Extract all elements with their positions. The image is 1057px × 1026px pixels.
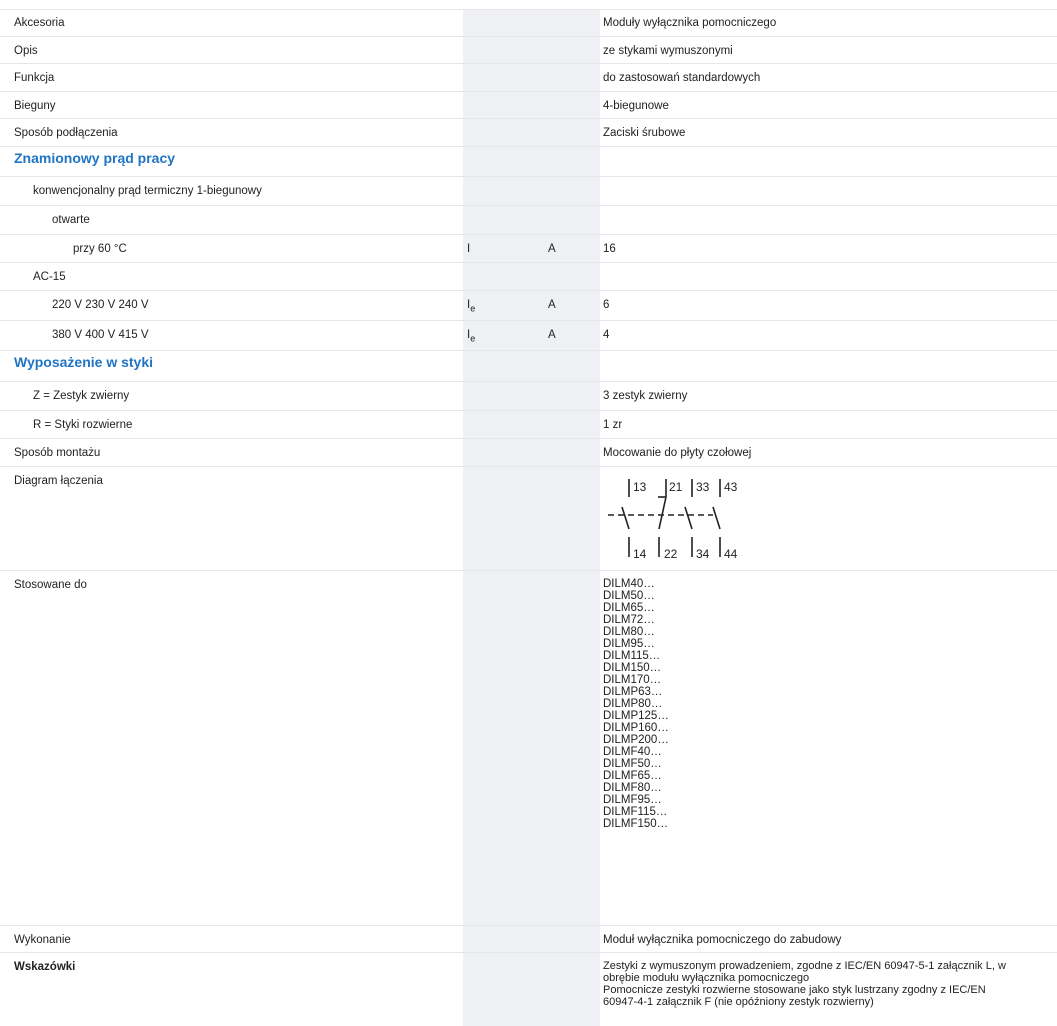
spec-label: przy 60 °C	[73, 243, 127, 255]
applicable-contactors-list: DILM40… DILM50… DILM65… DILM72… DILM80… DILM9…	[603, 578, 1053, 830]
terminal-label-34: 34	[696, 547, 710, 561]
spec-value: Zaciski śrubowe	[603, 127, 686, 139]
spec-value: Mocowanie do płyty czołowej	[603, 447, 752, 459]
applicable-contactor-item: DILMF150…	[603, 818, 669, 830]
terminal-label-14: 14	[633, 547, 647, 561]
spec-label: Diagram łączenia	[14, 475, 103, 487]
spec-label: Stosowane do	[14, 579, 87, 591]
spec-value: ze stykami wymuszonymi	[603, 45, 733, 57]
spec-label: Opis	[14, 45, 38, 57]
spec-row-wiring-diagram: Diagram łączenia 13 21 33 43 14 22 34 44	[0, 467, 1057, 571]
spec-row-thermal-current: konwencjonalny prąd termiczny 1-biegunow…	[0, 177, 1057, 206]
spec-label: Z = Zestyk zwierny	[33, 390, 130, 402]
applicable-contactor-item: DILM65…	[603, 602, 655, 614]
spec-value: Moduł wyłącznika pomocniczego do zabudow…	[603, 934, 842, 946]
spec-label: R = Styki rozwierne	[33, 419, 133, 431]
terminal-label-13: 13	[633, 480, 647, 494]
spec-row-open: otwarte	[0, 206, 1057, 235]
applicable-contactor-item: DILMP125…	[603, 710, 669, 722]
spec-label: Sposób podłączenia	[14, 127, 118, 139]
applicable-contactor-item: DILM170…	[603, 674, 662, 686]
applicable-contactor-item: DILM115…	[603, 650, 661, 662]
terminal-label-43: 43	[724, 480, 738, 494]
applicable-contactor-item: DILMF65…	[603, 770, 662, 782]
applicable-contactor-item: DILMF95…	[603, 794, 662, 806]
spec-row-applicable-to: Stosowane do DILM40… DILM50… DILM65… DILM72…	[0, 571, 1057, 926]
applicable-contactor-item: DILM40…	[603, 578, 655, 590]
terminal-label-44: 44	[724, 547, 738, 561]
terminal-label-21: 21	[669, 480, 683, 494]
spec-label: Funkcja	[14, 72, 55, 84]
spec-label: Akcesoria	[14, 17, 65, 29]
spec-label: AC-15	[33, 271, 66, 283]
spec-label: Wskazówki	[14, 961, 76, 973]
spec-sheet: Akcesoria Moduły wyłącznika pomocniczego…	[0, 0, 1057, 1026]
spec-label: 220 V 230 V 240 V	[52, 299, 149, 311]
spec-row-at-60c: przy 60 °C I A 16	[0, 235, 1057, 263]
spec-unit: A	[548, 299, 556, 311]
spec-label: konwencjonalny prąd termiczny 1-biegunow…	[33, 185, 262, 197]
spec-unit: A	[548, 243, 556, 255]
spec-label: otwarte	[52, 214, 90, 226]
spec-value: 16	[603, 243, 616, 255]
spec-value: 6	[603, 299, 610, 311]
spec-row-poles: Bieguny 4-biegunowe	[0, 92, 1057, 119]
spec-value: 4-biegunowe	[603, 100, 669, 112]
applicable-contactor-item: DILM80…	[603, 626, 655, 638]
spec-row-220v: 220 V 230 V 240 V Ie A 6	[0, 291, 1057, 321]
spec-row-nc-breaking: R = Styki rozwierne 1 zr	[0, 411, 1057, 439]
spec-row-function: Funkcja do zastosowań standardowych	[0, 64, 1057, 92]
section-heading-contacts: Wyposażenie w styki	[0, 351, 1057, 382]
spec-row-connection: Sposób podłączenia Zaciski śrubowe	[0, 119, 1057, 147]
applicable-contactor-item: DILMF40…	[603, 746, 662, 758]
applicable-contactor-item: DILMP63…	[603, 686, 663, 698]
spec-row-nc-contacts: Z = Zestyk zwierny 3 zestyk zwierny	[0, 382, 1057, 411]
applicable-contactor-item: DILMF50…	[603, 758, 662, 770]
spec-label: Sposób montażu	[14, 447, 101, 459]
spec-symbol: I	[467, 243, 471, 255]
applicable-contactor-item: DILM95…	[603, 638, 655, 650]
applicable-contactor-item: DILM72…	[603, 614, 655, 626]
section-heading: Znamionowy prąd pracy	[14, 150, 176, 166]
spec-row-mounting: Sposób montażu Mocowanie do płyty czołow…	[0, 439, 1057, 467]
spec-label: Wykonanie	[14, 934, 71, 946]
spec-value: 1 zr	[603, 419, 623, 431]
section-heading-rated-current: Znamionowy prąd pracy	[0, 147, 1057, 177]
terminal-label-33: 33	[696, 480, 710, 494]
spec-row-execution: Wykonanie Moduł wyłącznika pomocniczego …	[0, 926, 1057, 953]
spec-value: 4	[603, 329, 610, 341]
spec-row-ac15: AC-15	[0, 263, 1057, 291]
spec-row-description: Opis ze stykami wymuszonymi	[0, 37, 1057, 64]
spec-label: Bieguny	[14, 100, 56, 112]
applicable-contactor-item: DILMF80…	[603, 782, 662, 794]
spec-unit: A	[548, 329, 556, 341]
spec-row-accessories: Akcesoria Moduły wyłącznika pomocniczego	[0, 9, 1057, 37]
spec-symbol: Ie	[467, 329, 476, 344]
spec-label: 380 V 400 V 415 V	[52, 329, 149, 341]
section-heading: Wyposażenie w styki	[14, 354, 154, 370]
applicable-contactor-item: DILMP160…	[603, 722, 669, 734]
spec-value: do zastosowań standardowych	[603, 72, 761, 84]
terminal-label-22: 22	[664, 547, 678, 561]
applicable-contactor-item: DILM150…	[603, 662, 662, 674]
applicable-contactor-item: DILMP200…	[603, 734, 669, 746]
applicable-contactor-item: DILMP80…	[603, 698, 663, 710]
spec-value: Zestyki z wymuszonym prowadzeniem, zgodn…	[603, 960, 1006, 1008]
spec-row-notes: Wskazówki Zestyki z wymuszonym prowadzen…	[0, 953, 1057, 1026]
spec-symbol: Ie	[467, 299, 476, 314]
spec-value: Moduły wyłącznika pomocniczego	[603, 17, 777, 29]
contact-wiring-diagram: 13 21 33 43 14 22 34 44	[608, 479, 738, 561]
applicable-contactor-item: DILM50…	[603, 590, 655, 602]
spec-row-380v: 380 V 400 V 415 V Ie A 4	[0, 321, 1057, 351]
applicable-contactor-item: DILMF115…	[603, 806, 668, 818]
spec-value: 3 zestyk zwierny	[603, 390, 688, 402]
